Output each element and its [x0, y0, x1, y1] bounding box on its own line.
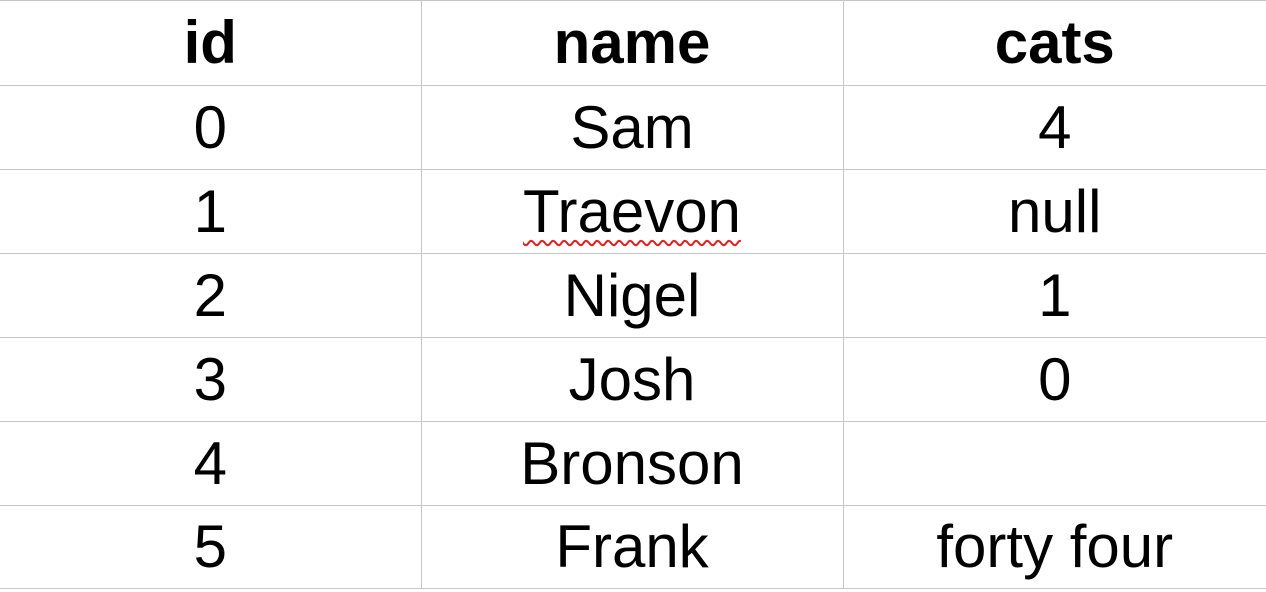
- cell-name[interactable]: Josh: [421, 337, 844, 422]
- table-row: 5 Frank forty four: [0, 505, 1266, 589]
- cell-name[interactable]: Bronson: [421, 421, 844, 506]
- cell-name[interactable]: Traevon: [421, 169, 844, 254]
- cell-id[interactable]: 4: [0, 421, 422, 506]
- header-cell-name[interactable]: name: [421, 0, 844, 86]
- table-row: 0 Sam 4: [0, 85, 1266, 170]
- cell-id[interactable]: 2: [0, 253, 422, 338]
- cell-cats[interactable]: 4: [843, 85, 1266, 170]
- cell-cats[interactable]: forty four: [843, 505, 1266, 589]
- cell-cats[interactable]: 1: [843, 253, 1266, 338]
- cell-name[interactable]: Frank: [421, 505, 844, 589]
- cell-id[interactable]: 0: [0, 85, 422, 170]
- table-row: 1 Traevon null: [0, 169, 1266, 254]
- cell-cats[interactable]: null: [843, 169, 1266, 254]
- cell-cats[interactable]: [843, 421, 1266, 506]
- cell-name-text: Traevon: [523, 177, 741, 245]
- table-row: 3 Josh 0: [0, 337, 1266, 422]
- table-row: 2 Nigel 1: [0, 253, 1266, 338]
- spreadsheet-grid: id name cats 0 Sam 4 1 Traevon null 2 Ni…: [0, 0, 1266, 592]
- cell-name[interactable]: Nigel: [421, 253, 844, 338]
- header-row: id name cats: [0, 0, 1266, 86]
- table-row: 4 Bronson: [0, 421, 1266, 506]
- cell-id[interactable]: 5: [0, 505, 422, 589]
- cell-name[interactable]: Sam: [421, 85, 844, 170]
- header-cell-cats[interactable]: cats: [843, 0, 1266, 86]
- header-cell-id[interactable]: id: [0, 0, 422, 86]
- data-table: id name cats 0 Sam 4 1 Traevon null 2 Ni…: [0, 0, 1266, 589]
- cell-id[interactable]: 1: [0, 169, 422, 254]
- cell-id[interactable]: 3: [0, 337, 422, 422]
- cell-cats[interactable]: 0: [843, 337, 1266, 422]
